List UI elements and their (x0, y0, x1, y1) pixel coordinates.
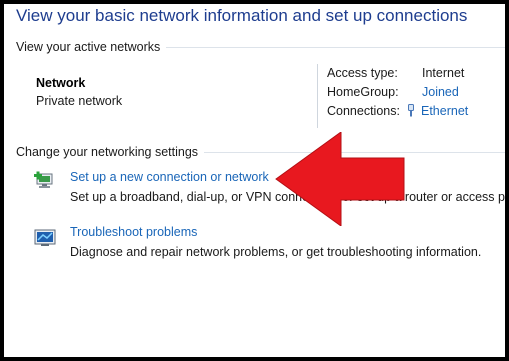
page-title: View your basic network information and … (16, 6, 468, 25)
properties-divider (317, 64, 318, 128)
access-type-value: Internet (422, 66, 465, 80)
ethernet-link[interactable]: Ethernet (421, 104, 468, 118)
connection-entry[interactable]: Ethernet (406, 104, 468, 118)
homegroup-link[interactable]: Joined (422, 85, 459, 99)
network-setup-icon[interactable] (34, 170, 56, 190)
homegroup-label: HomeGroup: (327, 85, 399, 99)
change-settings-heading: Change your networking settings (16, 145, 205, 159)
red-arrow-annotation (275, 132, 405, 226)
section-divider (164, 47, 505, 48)
troubleshoot-problems-description: Diagnose and repair network problems, or… (70, 245, 482, 259)
troubleshoot-icon[interactable] (34, 227, 56, 247)
network-type: Private network (36, 94, 123, 108)
troubleshoot-problems-link[interactable]: Troubleshoot problems (70, 225, 197, 239)
setup-connection-link[interactable]: Set up a new connection or network (70, 170, 269, 184)
network-name: Network (36, 76, 86, 90)
ethernet-icon (408, 104, 414, 117)
connections-label: Connections: (327, 104, 400, 118)
access-type-label: Access type: (327, 66, 398, 80)
network-sharing-center-panel: View your basic network information and … (4, 4, 505, 357)
active-networks-heading: View your active networks (16, 40, 167, 54)
